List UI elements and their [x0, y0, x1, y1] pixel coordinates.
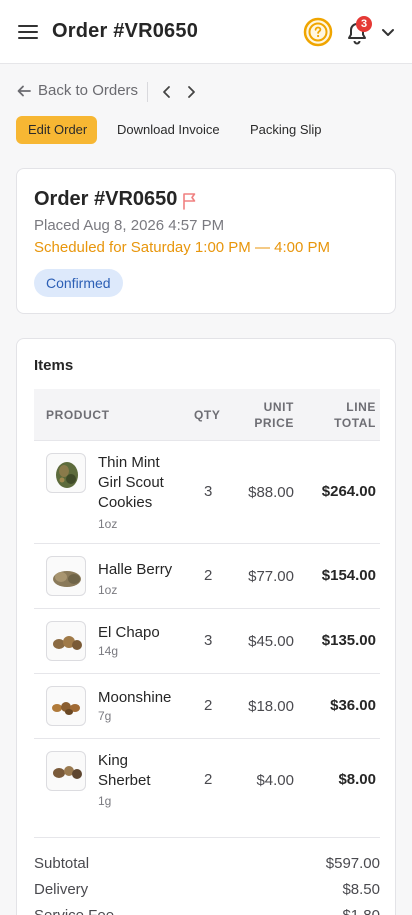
- help-icon[interactable]: [303, 17, 333, 47]
- arrow-left-icon: [17, 85, 31, 96]
- items-section-title: Items: [34, 357, 74, 374]
- column-header-qty: QTY: [194, 408, 221, 422]
- product-thumbnail: [46, 453, 86, 493]
- delivery-label: Delivery: [34, 881, 89, 898]
- tab-packing-slip[interactable]: Packing Slip: [250, 116, 322, 144]
- product-size: 1oz: [98, 583, 118, 597]
- chevron-down-icon[interactable]: [380, 24, 396, 40]
- product-thumbnail: [46, 556, 86, 596]
- product-unit-price: $45.00: [248, 633, 294, 650]
- column-header-unit-price: UNIT PRICE: [254, 399, 294, 431]
- product-thumbnail: [46, 621, 86, 661]
- flag-icon[interactable]: [180, 191, 200, 211]
- product-line-total: $264.00: [321, 483, 376, 500]
- column-header-line-total: LINE TOTAL: [334, 399, 376, 431]
- product-thumbnail: [46, 686, 86, 726]
- product-qty: 2: [204, 567, 213, 584]
- product-thumbnail: [46, 751, 86, 791]
- product-line-total: $36.00: [330, 697, 376, 714]
- items-card: Items PRODUCT QTY UNIT PRICE LINE TOTAL …: [16, 338, 396, 915]
- service-fee-label: Service Fee: [34, 907, 114, 915]
- order-scheduled-window: Scheduled for Saturday 1:00 PM — 4:00 PM: [34, 239, 330, 256]
- delivery-value: $8.50: [342, 881, 380, 898]
- service-fee-value: $1.80: [342, 907, 380, 915]
- product-line-total: $154.00: [321, 567, 376, 584]
- subtotal-value: $597.00: [325, 855, 380, 872]
- product-name: Thin Mint Girl Scout Cookies: [98, 454, 164, 511]
- order-navigation: Back to Orders: [16, 80, 396, 104]
- order-title: Order #VR0650: [34, 188, 178, 210]
- page-title: Order #VR0650: [52, 20, 199, 42]
- previous-order-chevron-icon[interactable]: [159, 84, 175, 100]
- product-line-total: $135.00: [321, 632, 376, 649]
- table-row[interactable]: Thin Mint Girl Scout Cookies 1oz 3 $88.0…: [34, 441, 380, 544]
- product-qty: 2: [204, 771, 213, 788]
- product-size: 14g: [98, 644, 119, 658]
- product-unit-price: $88.00: [248, 484, 294, 501]
- product-name: El Chapo: [98, 624, 160, 641]
- column-header-line-total-line2: TOTAL: [334, 416, 376, 430]
- product-name: Moonshine: [98, 689, 172, 706]
- back-to-orders-link[interactable]: Back to Orders: [16, 82, 138, 99]
- tab-edit-order[interactable]: Edit Order: [16, 116, 97, 144]
- status-badge: Confirmed: [34, 269, 123, 297]
- hamburger-menu-icon[interactable]: [16, 20, 40, 44]
- product-size: 7g: [98, 709, 112, 723]
- nav-divider: [147, 82, 148, 102]
- product-unit-price: $77.00: [248, 568, 294, 585]
- next-order-chevron-icon[interactable]: [183, 84, 199, 100]
- table-row[interactable]: El Chapo 14g 3 $45.00 $135.00: [34, 609, 380, 674]
- product-line-total: $8.00: [338, 771, 376, 788]
- back-to-orders-label: Back to Orders: [38, 82, 139, 99]
- order-summary-card: Order #VR0650 Placed Aug 8, 2026 4:57 PM…: [16, 168, 396, 314]
- product-unit-price: $4.00: [256, 772, 294, 789]
- product-qty: 3: [204, 632, 213, 649]
- table-row[interactable]: King Sherbet 1g 2 $4.00 $8.00: [34, 739, 380, 823]
- column-header-line-total-line1: LINE: [346, 400, 376, 414]
- product-size: 1oz: [98, 517, 118, 531]
- product-name: King Sherbet: [98, 752, 151, 789]
- subtotal-label: Subtotal: [34, 855, 90, 872]
- tab-download-invoice[interactable]: Download Invoice: [117, 116, 220, 144]
- product-qty: 3: [204, 483, 213, 500]
- product-size: 1g: [98, 794, 112, 808]
- product-unit-price: $18.00: [248, 698, 294, 715]
- column-header-unit-price-line2: PRICE: [254, 416, 294, 430]
- product-qty: 2: [204, 697, 213, 714]
- notification-count-badge: 3: [356, 16, 372, 32]
- table-row[interactable]: Halle Berry 1oz 2 $77.00 $154.00: [34, 544, 380, 609]
- product-name: Halle Berry: [98, 561, 173, 578]
- top-bar: Order #VR0650 3: [0, 0, 412, 64]
- column-header-unit-price-line1: UNIT: [263, 400, 294, 414]
- items-table-header: PRODUCT QTY UNIT PRICE LINE TOTAL: [34, 389, 380, 441]
- totals-divider: [34, 837, 380, 838]
- column-header-product: PRODUCT: [46, 408, 110, 422]
- order-placed-date: Placed Aug 8, 2026 4:57 PM: [34, 217, 225, 234]
- table-row[interactable]: Moonshine 7g 2 $18.00 $36.00: [34, 674, 380, 739]
